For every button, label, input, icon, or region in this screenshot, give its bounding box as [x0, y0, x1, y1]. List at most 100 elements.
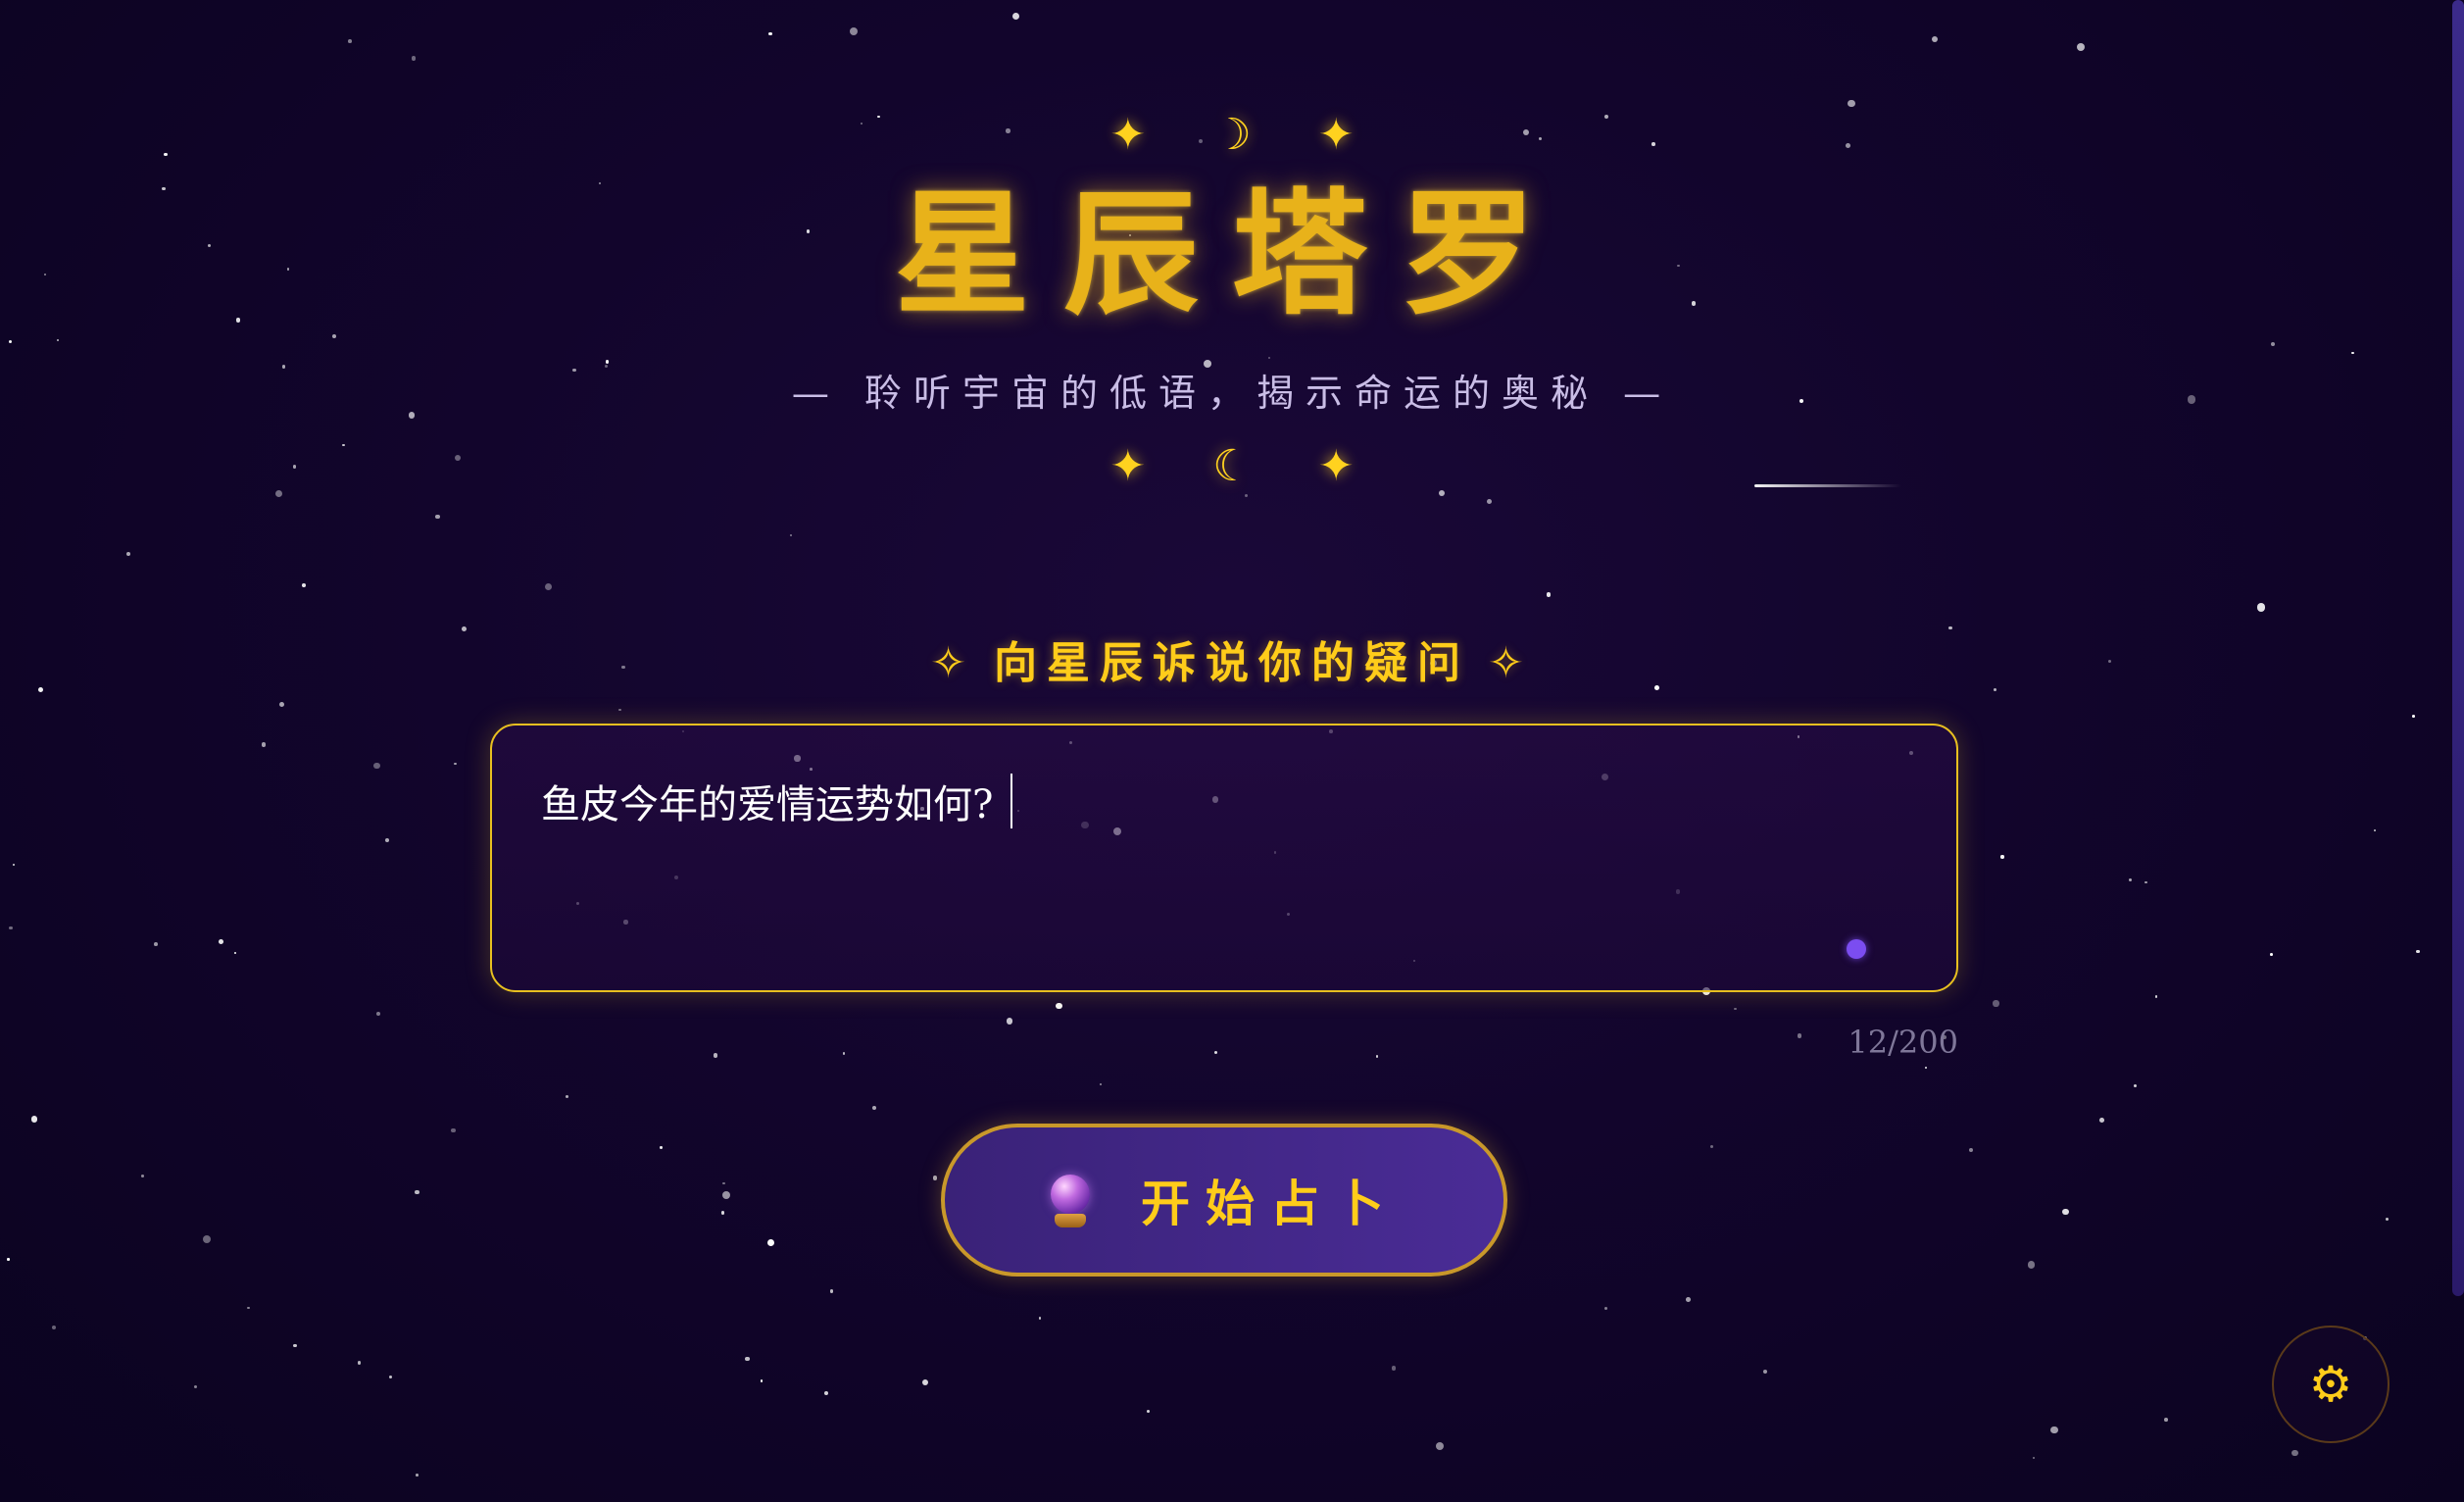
star-dot [1375, 1055, 1378, 1058]
star-dot [247, 1306, 250, 1310]
star-dot [153, 942, 158, 947]
star-dot [411, 56, 417, 61]
star-dot [1244, 494, 1248, 498]
question-text: 鱼皮今年的爱情运势如何? [541, 782, 994, 827]
star-dot [2415, 949, 2420, 954]
star-dot [921, 1378, 929, 1386]
star-dot [2271, 341, 2276, 347]
star-icon: ✦ [1109, 110, 1147, 160]
star-dot [829, 1289, 834, 1293]
star-icon: ✦ [1109, 441, 1147, 491]
star-dot [842, 1052, 846, 1055]
star-dot [2000, 855, 2004, 859]
star-dot [1762, 1369, 1767, 1374]
app-subtitle: — 聆听宇宙的低语，揭示命运的奥秘 — [791, 372, 1673, 415]
star-dot [30, 1116, 38, 1123]
star-dot [125, 551, 130, 556]
star-dot [347, 39, 352, 44]
star-dot [373, 762, 380, 770]
star-dot [2374, 829, 2377, 832]
star-dot [293, 1343, 297, 1348]
settings-button[interactable]: ⚙ [2272, 1326, 2390, 1443]
star-dot [745, 1357, 750, 1362]
star-dot [2412, 714, 2416, 718]
star-dot [2062, 1208, 2069, 1215]
star-dot [722, 1181, 725, 1185]
star-dot [789, 534, 792, 537]
start-divination-label: 开始占卜 [1141, 1175, 1400, 1232]
star-dot [450, 1127, 456, 1133]
question-input[interactable]: 鱼皮今年的爱情运势如何? [490, 724, 1958, 992]
star-dot [1546, 592, 1551, 597]
star-dot [202, 1234, 212, 1244]
star-dot [2099, 1117, 2105, 1123]
star-dot [233, 952, 236, 955]
star-dot [194, 1384, 198, 1388]
star-dot [8, 339, 13, 344]
star-dot [2129, 877, 2133, 882]
star-dot [1797, 1033, 1801, 1038]
star-dot [721, 1191, 730, 1200]
star-dot [140, 1175, 144, 1178]
star-dot [2050, 1426, 2059, 1434]
star-dot [2350, 351, 2354, 355]
star-dot [2144, 880, 2147, 884]
star-dot [279, 701, 285, 707]
star-dot [1932, 36, 1939, 43]
star-dot [1099, 1083, 1102, 1086]
star-dot [2077, 43, 2086, 52]
star-dot [2256, 603, 2265, 612]
star-dot [713, 1053, 718, 1058]
star-dot [1267, 356, 1271, 360]
question-prompt-label: ✧ 向星辰诉说你的疑问 ✧ [0, 627, 2464, 690]
star-dot [218, 939, 223, 945]
star-dot [824, 1390, 829, 1395]
crystal-ball-icon [1049, 1173, 1092, 1227]
star-dot [1435, 1442, 1445, 1451]
star-dot [932, 1176, 938, 1180]
star-dot [1710, 1144, 1714, 1149]
star-dot [1055, 1002, 1062, 1010]
star-dot [768, 31, 772, 36]
star-dot [9, 926, 13, 930]
star-dot [435, 514, 440, 520]
star-dot [416, 1474, 419, 1477]
star-dot [57, 338, 60, 341]
star-dot [1968, 1147, 1974, 1153]
star-dot [2027, 1260, 2036, 1269]
star-dot [388, 1376, 392, 1379]
character-counter: 12/200 [1848, 1024, 1958, 1061]
star-icon: ✦ [1317, 441, 1355, 491]
star-dot [1924, 1066, 1928, 1070]
star-dot [385, 837, 390, 842]
star-dot [1604, 1306, 1608, 1311]
star-dot [302, 583, 307, 587]
star-dot [1011, 12, 1019, 21]
star-dot [2033, 1457, 2036, 1460]
star-dot [2270, 952, 2274, 956]
moon-icon: ☾ [1212, 441, 1252, 491]
star-dot [2164, 1417, 2169, 1422]
star-dot [660, 1146, 663, 1149]
star-dot [375, 1012, 380, 1017]
star-dot [1391, 1366, 1396, 1371]
star-dot [1734, 1007, 1737, 1011]
star-dot [2385, 1218, 2389, 1222]
app-title: 星辰塔罗 [894, 174, 1569, 333]
star-dot [544, 582, 553, 591]
star-dot [598, 182, 601, 185]
star-dot [618, 709, 621, 712]
star-dot [1146, 1410, 1151, 1414]
star-dot [12, 863, 15, 866]
question-input-value[interactable]: 鱼皮今年的爱情运势如何? [541, 773, 1013, 829]
star-dot [1686, 1296, 1691, 1302]
start-divination-button[interactable]: 开始占卜 [941, 1124, 1507, 1277]
star-dot [1486, 498, 1492, 504]
sparkle-icon: ✧ [1488, 638, 1534, 688]
star-dot [2292, 1450, 2298, 1457]
star-dot [52, 1325, 57, 1329]
star-dot [1006, 1018, 1012, 1025]
moon-icon: ☽ [1212, 110, 1252, 160]
star-dot [566, 1094, 569, 1098]
star-dot [871, 1106, 876, 1111]
